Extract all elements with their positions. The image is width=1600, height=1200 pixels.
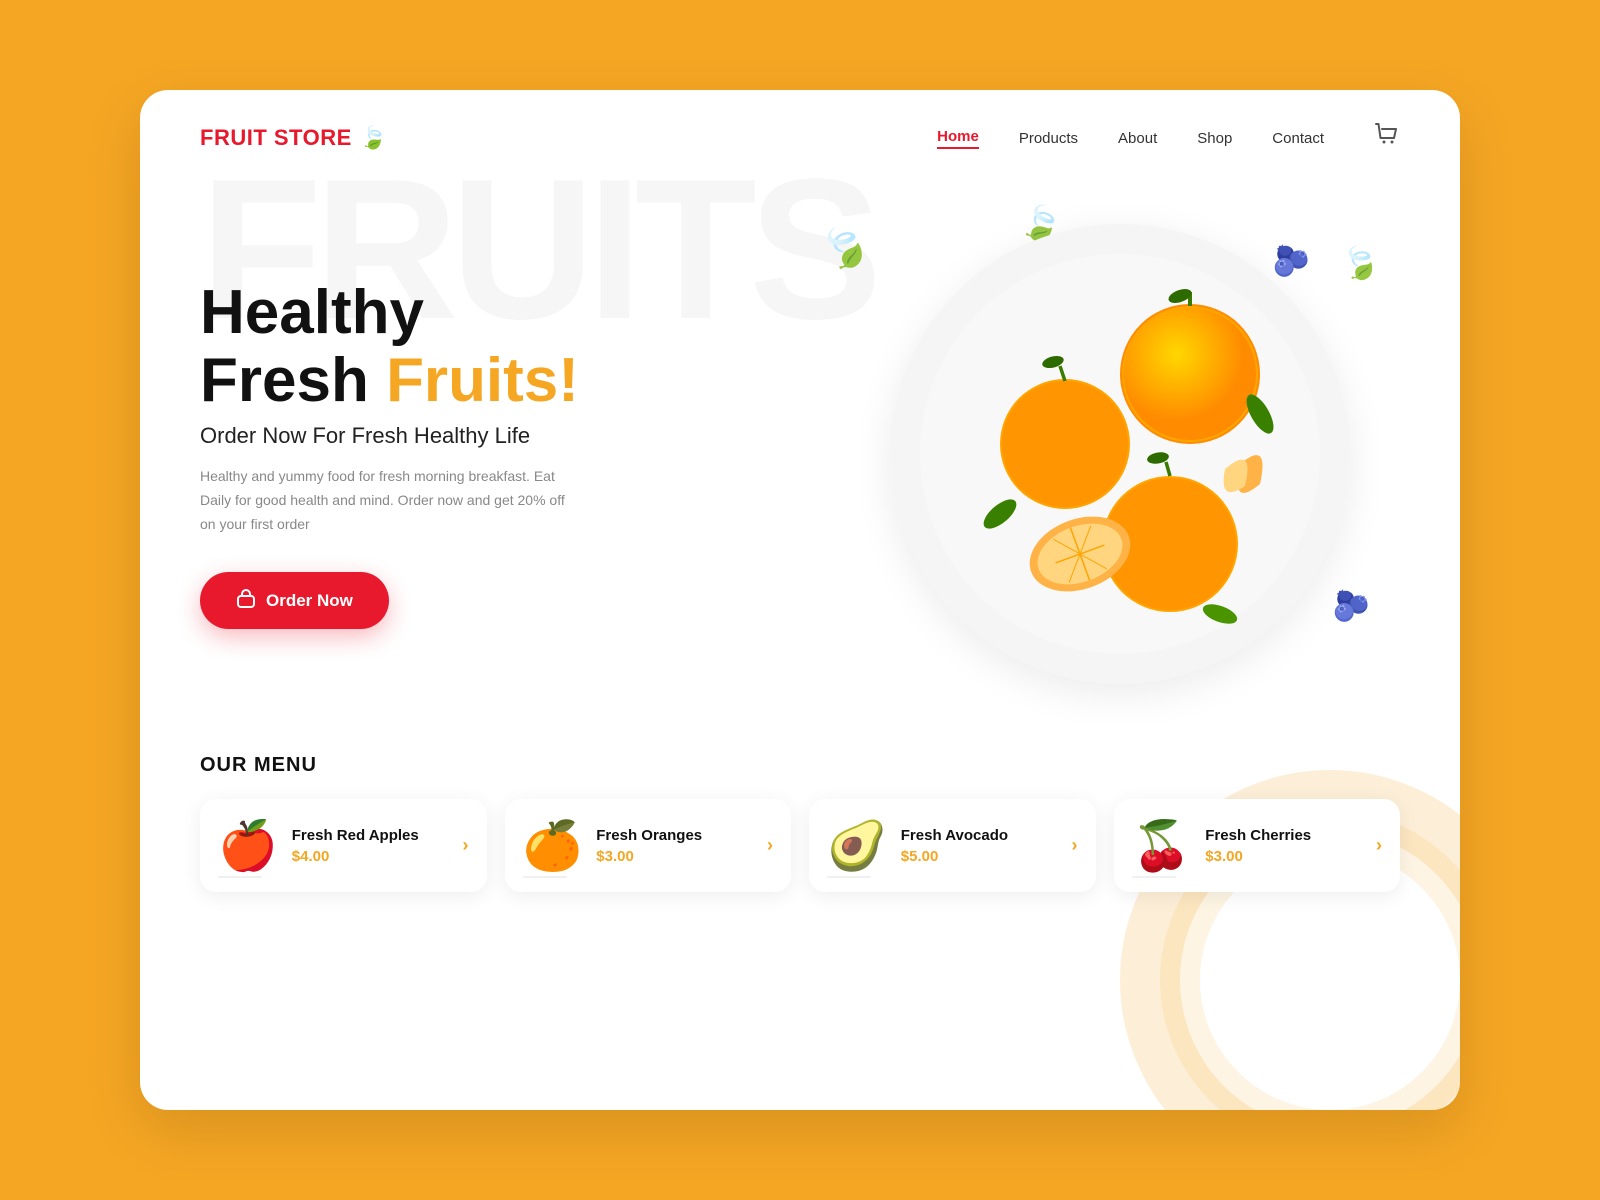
card-line-oranges xyxy=(523,876,567,878)
cherry-info: Fresh Cherries $3.00 xyxy=(1205,827,1362,865)
cart-icon[interactable] xyxy=(1374,122,1400,154)
card-line-apples xyxy=(218,876,262,878)
hero-image-area: 🍃 🍃 🍃 🍃 🫐 🫐 xyxy=(840,194,1400,714)
logo[interactable]: FRUIT STORE 🍃 xyxy=(200,125,387,151)
nav-link-products[interactable]: Products xyxy=(1019,130,1078,147)
hero-content: Healthy Fresh Fruits! Order Now For Fres… xyxy=(200,279,580,630)
card-line-cherries xyxy=(1132,876,1176,878)
orange-info: Fresh Oranges $3.00 xyxy=(596,827,753,865)
hero-title: Healthy Fresh Fruits! xyxy=(200,279,580,415)
hero-title-line1: Healthy xyxy=(200,278,424,347)
logo-leaf-icon: 🍃 xyxy=(360,125,387,151)
navbar: FRUIT STORE 🍃 Home Products About Shop C… xyxy=(140,90,1460,154)
nav-link-about[interactable]: About xyxy=(1118,130,1157,147)
avocado-name: Fresh Avocado xyxy=(901,827,1058,844)
avocado-price: $5.00 xyxy=(901,848,1058,865)
float-raspberry-2: 🫐 xyxy=(1333,589,1370,624)
avocado-info: Fresh Avocado $5.00 xyxy=(901,827,1058,865)
nav-links: Home Products About Shop Contact xyxy=(937,122,1400,154)
hero-description: Healthy and yummy food for fresh morning… xyxy=(200,465,580,536)
orange-name: Fresh Oranges xyxy=(596,827,753,844)
apple-info: Fresh Red Apples $4.00 xyxy=(292,827,449,865)
menu-item-apples[interactable]: 🍎 Fresh Red Apples $4.00 › xyxy=(200,799,487,892)
orange-arrow-icon[interactable]: › xyxy=(767,835,773,856)
menu-item-cherries[interactable]: 🍒 Fresh Cherries $3.00 › xyxy=(1114,799,1401,892)
menu-item-avocado[interactable]: 🥑 Fresh Avocado $5.00 › xyxy=(809,799,1096,892)
hero-section: Healthy Fresh Fruits! Order Now For Fres… xyxy=(140,154,1460,734)
menu-section-title: OUR MENU xyxy=(200,754,1400,777)
apple-price: $4.00 xyxy=(292,848,449,865)
menu-grid: 🍎 Fresh Red Apples $4.00 › 🍊 Fresh Orang… xyxy=(200,799,1400,892)
float-leaf-1: 🍃 xyxy=(812,215,879,281)
orange-icon: 🍊 xyxy=(523,817,583,874)
menu-section: OUR MENU 🍎 Fresh Red Apples $4.00 › 🍊 Fr… xyxy=(140,734,1460,932)
menu-item-oranges[interactable]: 🍊 Fresh Oranges $3.00 › xyxy=(505,799,792,892)
avocado-arrow-icon[interactable]: › xyxy=(1072,835,1078,856)
plate-circle xyxy=(890,224,1350,684)
order-btn-label: Order Now xyxy=(266,591,353,611)
float-raspberry-1: 🫐 xyxy=(1273,244,1310,279)
orange-price: $3.00 xyxy=(596,848,753,865)
logo-text: FRUIT STORE xyxy=(200,125,352,151)
plate-svg xyxy=(910,244,1330,664)
bag-icon xyxy=(236,588,256,613)
float-leaf-3: 🍃 xyxy=(1336,239,1384,286)
hero-title-highlight: Fruits! xyxy=(386,346,579,415)
cherry-name: Fresh Cherries xyxy=(1205,827,1362,844)
card-line-avocado xyxy=(827,876,871,878)
cherry-price: $3.00 xyxy=(1205,848,1362,865)
hero-subtitle: Order Now For Fresh Healthy Life xyxy=(200,423,580,449)
nav-link-home[interactable]: Home xyxy=(937,128,979,149)
main-card: FRUITS FRUIT STORE 🍃 Home Products About… xyxy=(140,90,1460,1110)
nav-link-contact[interactable]: Contact xyxy=(1272,130,1324,147)
cherry-icon: 🍒 xyxy=(1132,817,1192,874)
avocado-icon: 🥑 xyxy=(827,817,887,874)
apple-arrow-icon[interactable]: › xyxy=(463,835,469,856)
order-now-button[interactable]: Order Now xyxy=(200,572,389,629)
hero-title-line2-plain: Fresh xyxy=(200,346,386,415)
cherry-arrow-icon[interactable]: › xyxy=(1376,835,1382,856)
apple-name: Fresh Red Apples xyxy=(292,827,449,844)
nav-link-shop[interactable]: Shop xyxy=(1197,130,1232,147)
apple-icon: 🍎 xyxy=(218,817,278,874)
